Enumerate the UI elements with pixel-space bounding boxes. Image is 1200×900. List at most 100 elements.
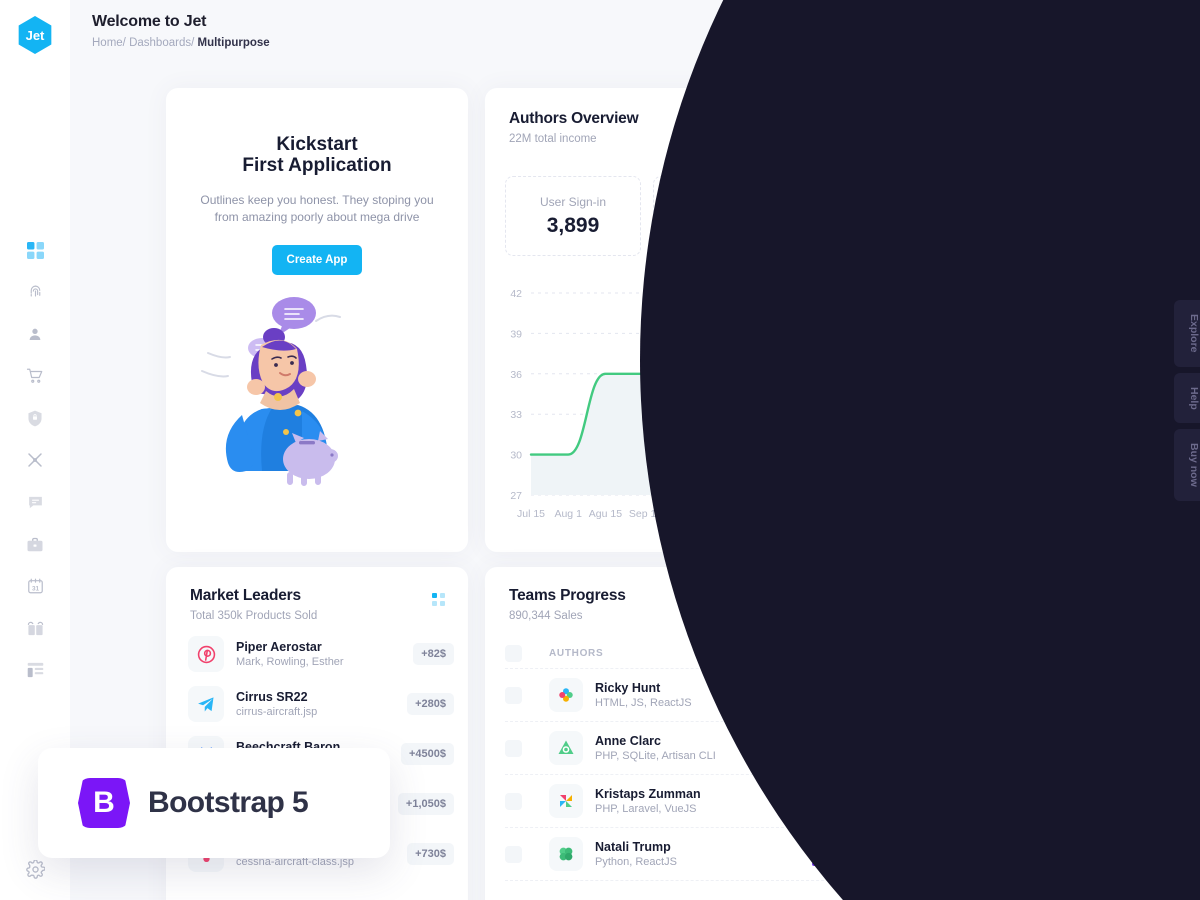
pinwheel-icon (560, 795, 572, 807)
select-all-checkbox[interactable] (505, 645, 522, 662)
sidebar-item-projects[interactable] (18, 533, 52, 555)
apps-button[interactable] (962, 18, 998, 54)
row-select-cell (505, 686, 549, 704)
view-button[interactable]: View (1034, 841, 1085, 867)
analytics-button[interactable] (916, 18, 952, 54)
author-name: Ricky Hunt (595, 681, 661, 695)
progress-bar-fill (812, 702, 939, 707)
stat-failed-attempts: Failed Attempts 6 (949, 176, 1085, 256)
sidebar-item-fingerprint[interactable] (18, 281, 52, 303)
sidebar-item-settings[interactable] (25, 859, 46, 884)
teams-controls: All Users Search (865, 589, 1085, 623)
notification-badge-dot (1029, 21, 1035, 27)
sidebar-item-chat[interactable] (18, 491, 52, 513)
authors-area-chart: 27 30 33 36 39 42 Jul 15 Aug 1 Agu 15 Sep 1 Sep 15… (493, 283, 1102, 533)
view-button[interactable]: View (1034, 682, 1085, 708)
shield-lock-icon (28, 410, 42, 426)
chart-x-tick-label: Sep 1 (629, 508, 657, 520)
grid-menu-button[interactable] (1054, 18, 1090, 54)
sidebar-item-ecommerce[interactable] (18, 365, 52, 387)
explore-tab[interactable]: Explore (1174, 300, 1200, 367)
brand-logo[interactable]: Jet (18, 16, 52, 54)
svg-text:31: 31 (31, 585, 39, 592)
progress-bar (812, 861, 1007, 866)
sidebar-item-calendar[interactable]: 31 (18, 575, 52, 597)
tab-more[interactable]: More (1030, 108, 1085, 136)
stat-value: 3,899 (546, 213, 600, 237)
sidebar-item-layout[interactable] (18, 659, 52, 681)
buy-now-tab[interactable]: Buy now (1174, 429, 1200, 502)
row-checkbox[interactable] (505, 792, 522, 810)
action-cell: View (1007, 735, 1085, 761)
top-header: Welcome to Jet Home/ Dashboards/ Multipu… (70, 0, 1200, 70)
table-row[interactable]: Ricky Hunt HTML, JS, ReactJS 65% View (505, 669, 1085, 722)
sidebar-item-gifts[interactable] (18, 617, 52, 639)
sidebar-item-security[interactable] (18, 407, 52, 429)
stat-value: 72 (709, 213, 733, 237)
progress-bar-fill (812, 861, 951, 866)
table-row[interactable]: Kristaps Zumman PHP, Laravel, VueJS 47% … (505, 775, 1085, 828)
action-cell: View (1007, 788, 1085, 814)
table-header-row: AUTHORS PROGRESS ACTION (505, 639, 1085, 669)
tab-30-days[interactable]: 30 Days (798, 108, 870, 136)
market-item-icon (188, 636, 224, 672)
breadcrumb-home[interactable]: Home/ (92, 37, 126, 49)
sidebar-item-dashboard[interactable] (18, 239, 52, 261)
breadcrumb-dashboards[interactable]: Dashboards/ (129, 37, 194, 49)
view-button[interactable]: View (1034, 735, 1085, 761)
action-cell: View (1007, 841, 1085, 867)
view-button[interactable]: View (1034, 788, 1085, 814)
layout-icon (27, 662, 43, 678)
search-input[interactable]: Search (985, 589, 1085, 623)
search-button[interactable] (870, 18, 906, 54)
kickstart-title: Kickstart First Application (166, 134, 468, 176)
stat-label: User Sign-in (539, 194, 607, 209)
row-checkbox[interactable] (505, 845, 522, 863)
author-text: Natali Trump Python, ReactJS (595, 840, 677, 868)
row-checkbox[interactable] (505, 686, 522, 704)
chart-x-tick-label: Aug 1 (554, 508, 582, 520)
notifications-button[interactable] (1008, 18, 1044, 54)
create-app-button[interactable]: Create App (272, 245, 362, 275)
sidebar-item-drone[interactable] (18, 449, 52, 471)
help-tab[interactable]: Help (1174, 372, 1200, 424)
author-icon (549, 837, 583, 871)
sidebar-item-profile[interactable] (18, 323, 52, 345)
tab-sep-2020[interactable]: Sep 2020 (872, 108, 950, 136)
header-actions (870, 17, 1184, 55)
author-name: Natali Trump (595, 840, 671, 854)
user-avatar[interactable] (1146, 17, 1184, 55)
table-row[interactable]: Natali Trump Python, ReactJS 71% View (505, 828, 1085, 881)
chart-x-tick-label: Mar 1 (1076, 508, 1097, 520)
chart-x-tick-label: Sep 15 (663, 508, 696, 520)
chart-area-fill (531, 319, 1089, 495)
gift-icon (27, 621, 43, 636)
author-icon (549, 678, 583, 712)
tab-oct-2020[interactable]: Oct 2020 (952, 108, 1028, 136)
chart-y-tick-label: 42 (510, 288, 522, 300)
dark-mode-toggle[interactable] (1100, 18, 1136, 54)
market-grid-button[interactable] (432, 593, 446, 612)
list-item[interactable]: Piper Aerostar Mark, Rowling, Esther +82… (188, 629, 454, 679)
progress-percent: 65% (812, 683, 836, 696)
chart-x-tick-label: Feb 15 (1035, 508, 1068, 520)
chart-y-tick-label: 27 (510, 490, 522, 502)
progress-cell: 65% (812, 684, 1007, 707)
table-row[interactable]: Anne Clarc PHP, SQLite, Artisan CLI 85% … (505, 722, 1085, 775)
search-icon (997, 601, 1007, 611)
drone-icon (28, 453, 42, 467)
stat-admin-signin: Admin Sign-in 72 (653, 176, 789, 256)
chart-x-tick-label: Jul 15 (517, 508, 545, 520)
row-checkbox[interactable] (505, 739, 522, 757)
list-item[interactable]: Cirrus SR22 cirrus-aircraft.jsp +280$ (188, 679, 454, 729)
cart-icon (26, 368, 43, 383)
market-item-amount: +1,050$ (397, 793, 454, 815)
chart-x-tick-label: Jan 1 (927, 508, 953, 520)
page-title: Welcome to Jet (92, 13, 207, 30)
chart-x-tick-label: Jan 15 (962, 508, 994, 520)
fingerprint-icon (30, 285, 40, 297)
grid-icon (26, 241, 44, 259)
progress-cell: 85% (812, 737, 1007, 760)
user-filter-select[interactable]: All Users (865, 589, 975, 623)
market-item-desc: cirrus-aircraft.jsp (236, 706, 318, 718)
